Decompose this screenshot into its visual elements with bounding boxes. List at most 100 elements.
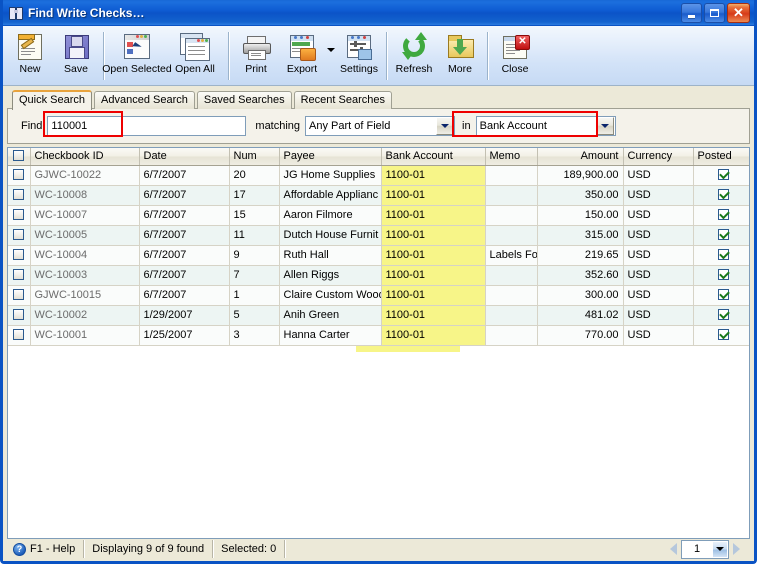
next-page-icon[interactable]	[733, 543, 740, 555]
toolbar-button-open-selected[interactable]: Open Selected	[102, 30, 172, 75]
column-header-num[interactable]: Num	[229, 148, 280, 166]
table-row[interactable]: GJWC-10015 6/7/2007 1 Claire Custom Wood 110…	[8, 285, 749, 306]
cell-currency: USD	[623, 325, 694, 346]
row-select-checkbox[interactable]	[13, 169, 25, 181]
row-select-cell[interactable]	[8, 325, 31, 346]
search-field-select[interactable]: Bank Account	[475, 115, 616, 136]
toolbar-button-export[interactable]: Export	[279, 30, 325, 75]
cell-posted[interactable]	[693, 165, 749, 186]
matching-mode-value: Any Part of Field	[309, 119, 391, 132]
search-input[interactable]	[47, 115, 247, 136]
column-header-date[interactable]: Date	[139, 148, 230, 166]
cell-currency: USD	[623, 205, 694, 226]
more-download-icon	[445, 32, 475, 61]
posted-checkbox[interactable]	[718, 309, 729, 321]
column-header-select-all[interactable]	[8, 148, 31, 166]
toolbar-button-settings[interactable]: Settings	[336, 30, 382, 75]
column-header-payee[interactable]: Payee	[279, 148, 382, 166]
column-header-memo[interactable]: Memo	[485, 148, 538, 166]
matching-mode-select[interactable]: Any Part of Field	[305, 115, 456, 136]
toolbar-button-open-all[interactable]: Open All	[166, 30, 224, 75]
row-select-checkbox[interactable]	[13, 249, 25, 261]
tab-quick-search[interactable]: Quick Search	[12, 90, 93, 110]
table-row[interactable]: GJWC-10022 6/7/2007 20 JG Home Supplies 1100…	[8, 165, 749, 186]
cell-posted[interactable]	[693, 305, 749, 326]
previous-page-icon[interactable]	[670, 543, 677, 555]
cell-posted[interactable]	[693, 285, 749, 306]
row-select-cell[interactable]	[8, 305, 31, 326]
export-dropdown-arrow-icon[interactable]	[325, 30, 336, 76]
cell-checkbook-id: WC-10007	[30, 205, 140, 226]
cell-posted[interactable]	[693, 225, 749, 246]
row-select-checkbox[interactable]	[13, 189, 25, 201]
cell-posted[interactable]	[693, 325, 749, 346]
row-select-checkbox[interactable]	[13, 329, 25, 341]
toolbar-button-new[interactable]: New	[7, 30, 53, 75]
posted-checkbox[interactable]	[718, 289, 729, 301]
posted-checkbox[interactable]	[718, 169, 729, 181]
table-row[interactable]: WC-10001 1/25/2007 3 Hanna Carter 1100-01 770…	[8, 325, 749, 346]
cell-posted[interactable]	[693, 205, 749, 226]
row-select-cell[interactable]	[8, 265, 31, 286]
posted-checkbox[interactable]	[718, 269, 729, 281]
toolbar-button-more[interactable]: More	[437, 30, 483, 75]
cell-amount: 350.00	[537, 185, 624, 206]
posted-checkbox[interactable]	[718, 229, 729, 241]
cell-posted[interactable]	[693, 245, 749, 266]
cell-payee: Claire Custom Wood	[279, 285, 382, 306]
toolbar-separator	[228, 32, 229, 80]
posted-checkbox[interactable]	[718, 329, 729, 341]
maximize-button[interactable]	[704, 2, 725, 23]
status-help[interactable]: ? F1 - Help	[11, 540, 85, 558]
column-header-amount[interactable]: Amount	[537, 148, 624, 166]
column-header-posted[interactable]: Posted	[693, 148, 749, 166]
cell-date: 1/25/2007	[139, 325, 230, 346]
row-select-cell[interactable]	[8, 285, 31, 306]
toolbar-button-close[interactable]: ✕ Close	[492, 30, 538, 75]
cell-memo	[485, 225, 538, 246]
posted-checkbox[interactable]	[718, 189, 729, 201]
row-select-checkbox[interactable]	[13, 229, 25, 241]
row-select-cell[interactable]	[8, 225, 31, 246]
tab-recent-searches[interactable]: Recent Searches	[293, 91, 392, 109]
row-select-checkbox[interactable]	[13, 289, 25, 301]
column-header-bank-account[interactable]: Bank Account	[381, 148, 486, 166]
table-row[interactable]: WC-10003 6/7/2007 7 Allen Riggs 1100-01 352.6…	[8, 265, 749, 286]
row-select-cell[interactable]	[8, 165, 31, 186]
toolbar-button-save[interactable]: Save	[53, 30, 99, 75]
row-select-checkbox[interactable]	[13, 209, 25, 221]
table-row[interactable]: WC-10004 6/7/2007 9 Ruth Hall 1100-01 Labels …	[8, 245, 749, 266]
tab-saved-searches[interactable]: Saved Searches	[196, 91, 292, 109]
select-all-checkbox[interactable]	[13, 150, 25, 162]
row-select-checkbox[interactable]	[13, 269, 25, 281]
table-row[interactable]: WC-10007 6/7/2007 15 Aaron Filmore 1100-01 15…	[8, 205, 749, 226]
row-select-cell[interactable]	[8, 185, 31, 206]
application-window: Find Write Checks… ✕ New Save Open Selec…	[0, 0, 757, 564]
toolbar-separator	[487, 32, 488, 80]
column-header-checkbook-id[interactable]: Checkbook ID	[30, 148, 140, 166]
cell-num: 1	[229, 285, 280, 306]
toolbar-button-refresh[interactable]: Refresh	[391, 30, 437, 75]
tab-advanced-search[interactable]: Advanced Search	[94, 91, 195, 109]
posted-checkbox[interactable]	[718, 249, 729, 261]
table-row[interactable]: WC-10005 6/7/2007 11 Dutch House Furnit 1100…	[8, 225, 749, 246]
table-row[interactable]: WC-10008 6/7/2007 17 Affordable Applianc 110…	[8, 185, 749, 206]
find-label: Find	[21, 119, 43, 132]
row-select-checkbox[interactable]	[13, 309, 25, 321]
posted-checkbox[interactable]	[718, 209, 729, 221]
table-row[interactable]: WC-10002 1/29/2007 5 Anih Green 1100-01 481.0…	[8, 305, 749, 326]
close-window-button[interactable]: ✕	[727, 2, 750, 23]
toolbar-button-print[interactable]: Print	[233, 30, 279, 75]
column-header-currency[interactable]: Currency	[623, 148, 694, 166]
cell-posted[interactable]	[693, 265, 749, 286]
cell-date: 6/7/2007	[139, 225, 230, 246]
row-select-cell[interactable]	[8, 245, 31, 266]
row-select-cell[interactable]	[8, 205, 31, 226]
chevron-down-icon	[436, 116, 454, 135]
cell-bank-account: 1100-01	[381, 165, 486, 186]
search-tab-strip: Quick Search Advanced Search Saved Searc…	[7, 90, 750, 110]
cell-posted[interactable]	[693, 185, 749, 206]
minimize-button[interactable]	[681, 2, 702, 23]
toolbar-label-refresh: Refresh	[395, 63, 433, 75]
page-number-select[interactable]: 1	[681, 539, 729, 559]
